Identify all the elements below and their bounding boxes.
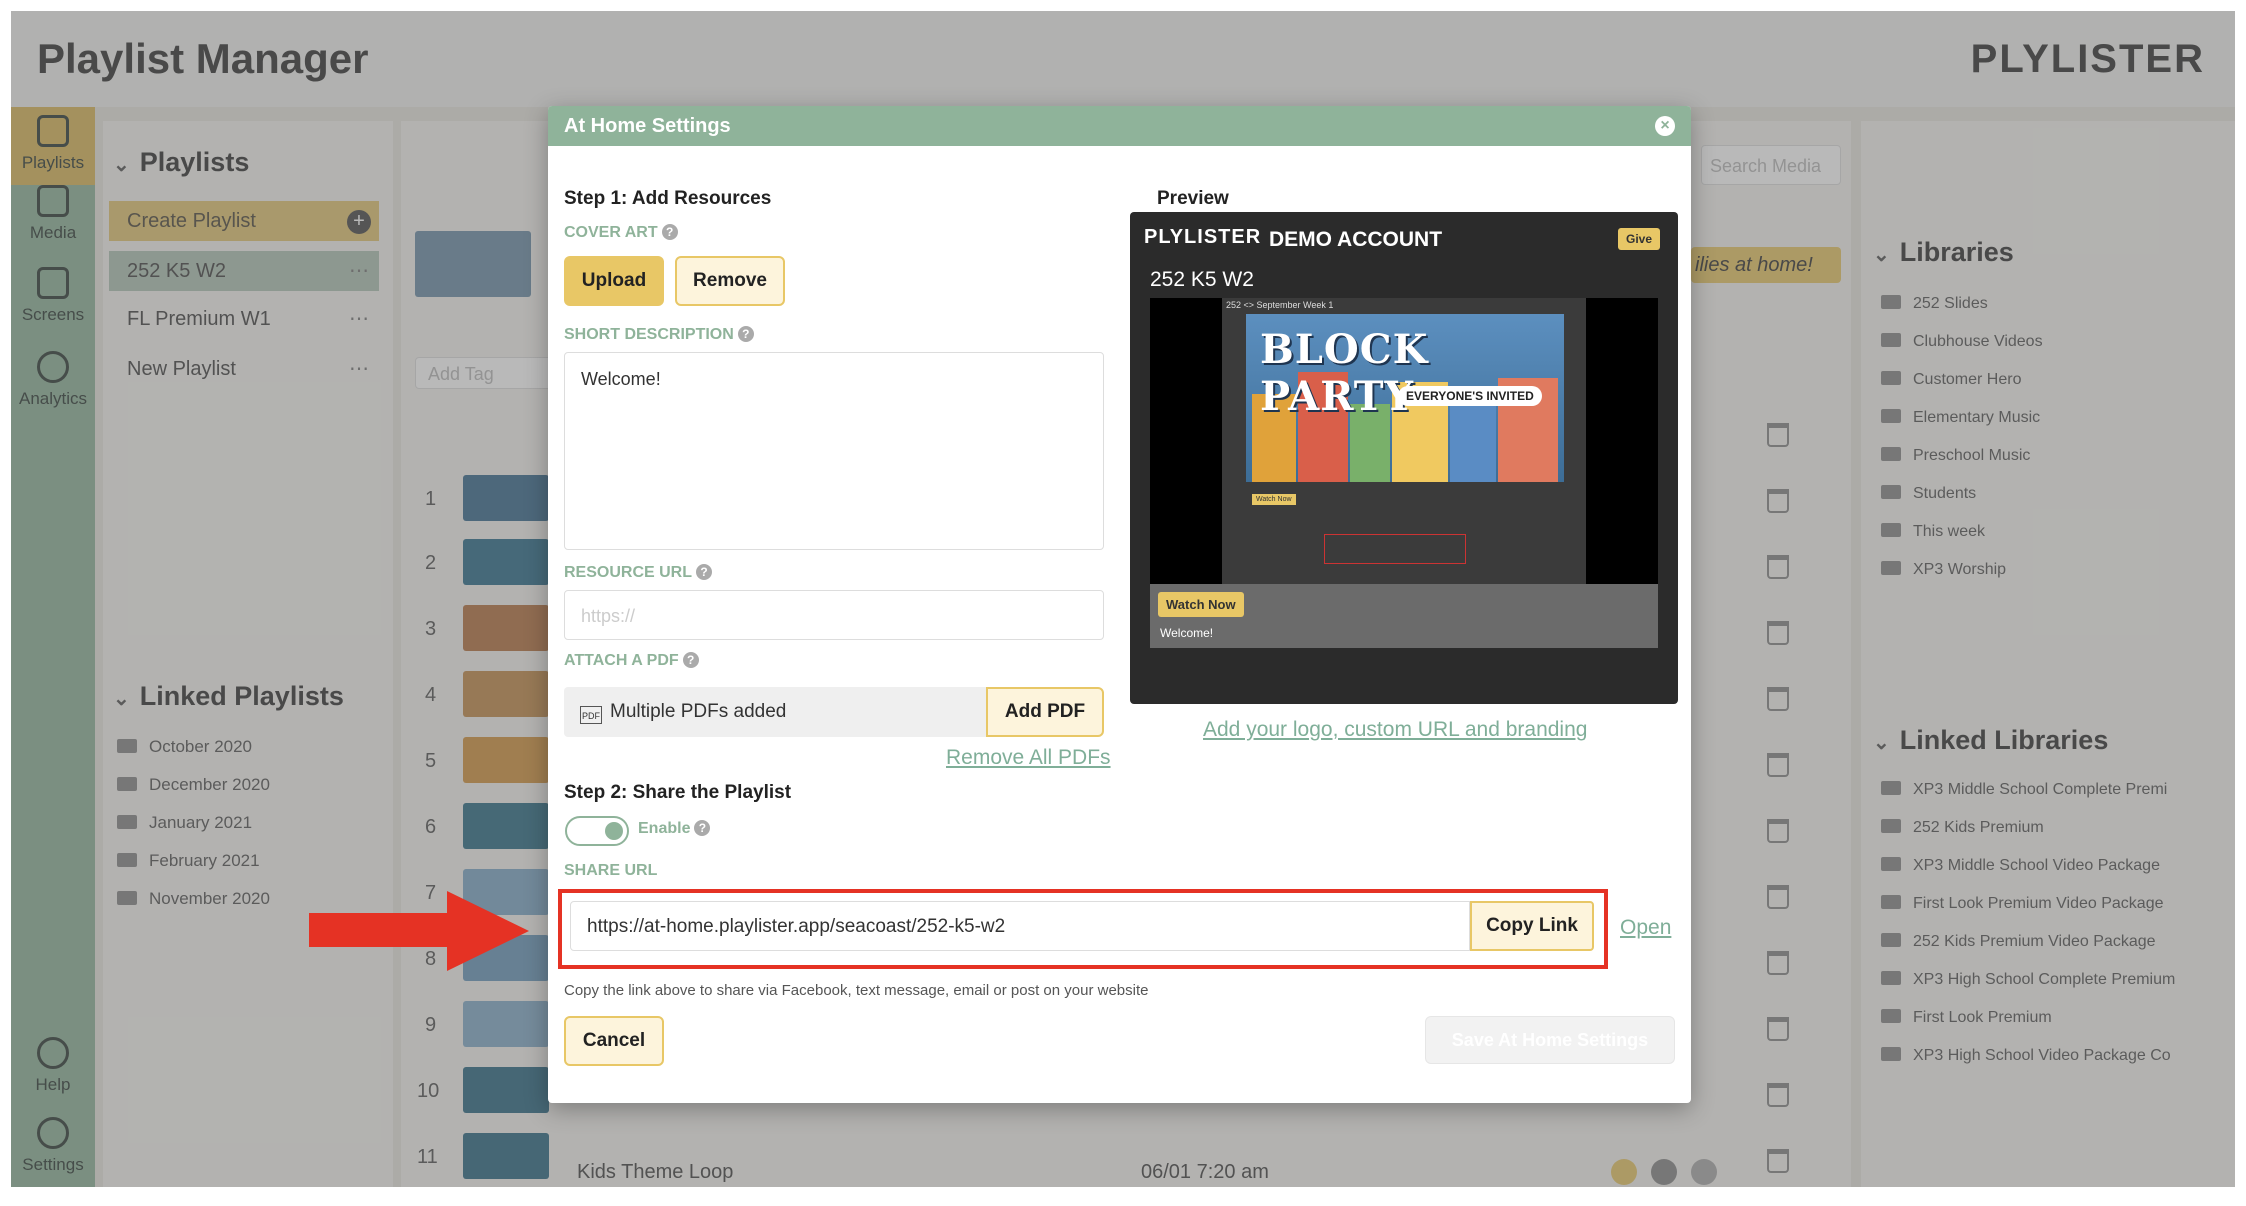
help-icon[interactable]: ? — [682, 652, 699, 668]
preview-brand: PLYLISTER — [1144, 226, 1262, 248]
modal-title: At Home Settings — [564, 115, 731, 137]
cancel-button[interactable]: Cancel — [564, 1016, 664, 1066]
upload-button[interactable]: Upload — [564, 256, 664, 306]
resource-url-input[interactable]: https:// — [564, 590, 1104, 640]
remove-all-pdfs-link[interactable]: Remove All PDFs — [946, 746, 1111, 770]
preview-screen-title: 252 <> September Week 1 — [1226, 300, 1334, 310]
open-link[interactable]: Open — [1620, 916, 1671, 940]
help-icon[interactable]: ? — [661, 224, 678, 240]
preview-footer: Watch Now Welcome! — [1150, 584, 1658, 648]
step-1-heading: Step 1: Add Resources — [564, 188, 772, 209]
app-window: Playlist Manager PLYLISTER Playlists Med… — [11, 11, 2235, 1187]
attach-pdf-label: ATTACH A PDF? — [564, 652, 699, 670]
enable-label: Enable? — [638, 820, 711, 838]
cover-art-label: COVER ART? — [564, 224, 678, 242]
modal-header: At Home Settings × — [548, 106, 1691, 146]
enable-toggle[interactable] — [565, 816, 629, 846]
help-icon[interactable]: ? — [694, 820, 711, 836]
preview-watch-now-button[interactable]: Watch Now — [1158, 592, 1244, 617]
share-url-label: SHARE URL — [564, 862, 658, 879]
red-arrow-head — [447, 891, 529, 971]
preview-account-name: DEMO ACCOUNT — [1269, 228, 1443, 251]
preview-watch-now-mini: Watch Now — [1252, 494, 1296, 505]
share-url-highlight — [558, 889, 1608, 969]
save-at-home-settings-button[interactable]: Save At Home Settings — [1425, 1016, 1675, 1064]
preview-video[interactable]: 252 <> September Week 1 BLOCK PARTY EVER… — [1150, 298, 1658, 584]
preview-playlist-title: 252 K5 W2 — [1150, 268, 1254, 291]
preview-welcome-text: Welcome! — [1160, 626, 1214, 640]
close-icon[interactable]: × — [1655, 116, 1675, 136]
preview-label: Preview — [1157, 188, 1229, 209]
preview-pdf-list — [1324, 534, 1466, 564]
poster-subtitle: EVERYONE'S INVITED — [1398, 386, 1542, 406]
preview-pane: PLYLISTER DEMO ACCOUNT Give 252 K5 W2 25… — [1130, 212, 1678, 704]
at-home-settings-modal: At Home Settings × Step 1: Add Resources… — [548, 106, 1691, 1103]
step-2-heading: Step 2: Share the Playlist — [564, 782, 792, 803]
add-pdf-button[interactable]: Add PDF — [986, 687, 1104, 737]
short-description-textarea[interactable]: Welcome! — [564, 352, 1104, 550]
help-icon[interactable]: ? — [696, 564, 713, 580]
short-description-label: SHORT DESCRIPTION? — [564, 326, 754, 344]
block-party-poster: BLOCK PARTY EVERYONE'S INVITED — [1246, 314, 1564, 482]
red-arrow — [309, 913, 449, 947]
toggle-knob — [605, 822, 623, 840]
preview-screen: 252 <> September Week 1 BLOCK PARTY EVER… — [1222, 298, 1586, 584]
resource-url-label: RESOURCE URL? — [564, 564, 713, 582]
pdf-status-field: PDF Multiple PDFs added — [564, 687, 986, 737]
help-icon[interactable]: ? — [737, 326, 754, 342]
preview-give-button[interactable]: Give — [1617, 228, 1660, 250]
share-hint: Copy the link above to share via Faceboo… — [564, 982, 1149, 999]
pdf-icon: PDF — [580, 706, 602, 724]
branding-link[interactable]: Add your logo, custom URL and branding — [1203, 718, 1587, 742]
remove-cover-button[interactable]: Remove — [675, 256, 785, 306]
